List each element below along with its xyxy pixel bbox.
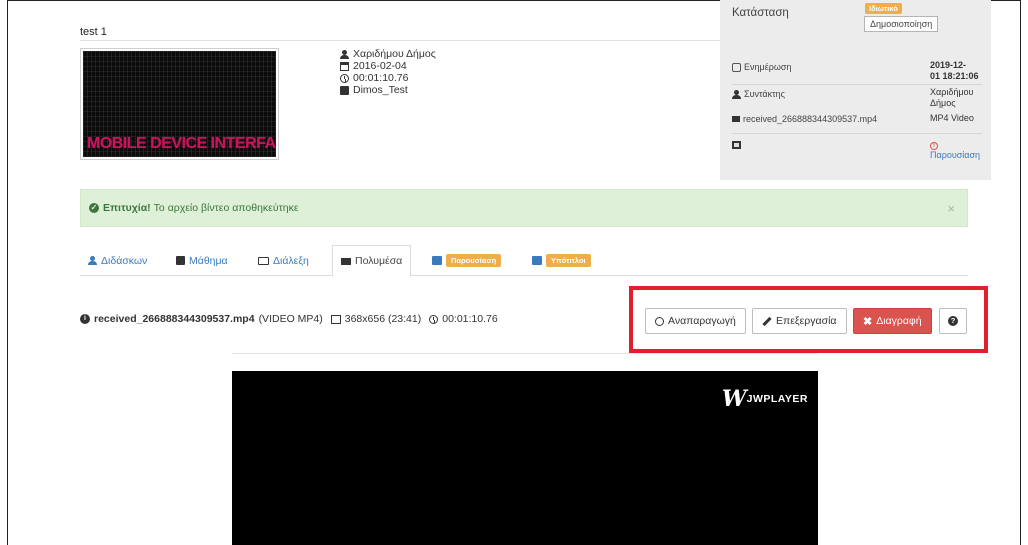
user-icon: [88, 256, 97, 265]
jwplayer-mark-icon: W: [721, 386, 747, 412]
page-title: test 1: [80, 26, 107, 38]
book-icon: [340, 85, 349, 95]
section-divider: [232, 353, 817, 354]
book-icon: [176, 256, 185, 265]
wrench-icon: [762, 316, 772, 326]
tab-subtitles[interactable]: Υπότιτλοι: [524, 245, 599, 276]
meta-author: Χαριδήμου Δήμος: [353, 48, 436, 60]
info-icon: i: [80, 314, 90, 324]
play-button[interactable]: Αναπαραγωγή: [645, 308, 746, 334]
alert-title: Επιτυχία!: [103, 202, 151, 214]
video-player[interactable]: W JWPLAYER: [232, 371, 818, 545]
video-camera-icon: [341, 257, 351, 265]
file-duration: 00:01:10.76: [442, 313, 498, 325]
check-circle-icon: ✓: [89, 203, 99, 213]
image-row: [732, 141, 741, 149]
panel-divider: [732, 133, 982, 134]
file-dimensions: 368x656 (23:41): [344, 313, 422, 325]
clock-icon: [340, 73, 349, 83]
editor-row: Συντάκτης: [732, 89, 785, 99]
file-row: received_266888344309537.mp4: [732, 114, 877, 124]
image-icon: [432, 256, 442, 265]
warning-icon: !: [930, 142, 938, 150]
calendar-icon: [340, 61, 349, 71]
tab-media[interactable]: Πολυμέσα: [332, 245, 412, 277]
file-type-value: MP4 Video: [930, 113, 974, 123]
editor-label: Συντάκτης: [744, 89, 786, 99]
video-thumbnail[interactable]: MOBILE DEVICE INTERFACES: [80, 48, 279, 160]
film-frame-icon: [330, 314, 341, 324]
subtitles-icon: [532, 256, 542, 265]
jwplayer-logo: W JWPLAYER: [722, 386, 808, 412]
clock-icon: [429, 314, 439, 324]
edit-icon: [732, 62, 741, 72]
thumbnail-logo: MOBILE DEVICE INTERFACES: [87, 135, 276, 152]
media-meta: Χαριδήμου Δήμος 2016-02-04 00:01:10.76 D…: [340, 48, 436, 96]
tab-presentation[interactable]: Παρουσίαση: [424, 245, 509, 276]
tab-lecture[interactable]: Διάλεξη: [250, 245, 317, 276]
status-label: Κατάσταση: [732, 7, 789, 19]
panel-divider: [732, 84, 982, 85]
film-icon: [732, 116, 740, 122]
help-button[interactable]: ?: [939, 308, 967, 334]
file-info: i received_266888344309537.mp4 (VIDEO MP…: [80, 313, 498, 325]
close-icon: ✖: [863, 315, 873, 328]
file-format: (VIDEO MP4): [258, 313, 323, 325]
jwplayer-text: JWPLAYER: [746, 393, 808, 405]
presentation-link[interactable]: ! Παρουσίαση: [930, 139, 988, 161]
user-icon: [732, 89, 741, 99]
edit-button[interactable]: Επεξεργασία: [752, 308, 847, 334]
file-name: received_266888344309537.mp4: [94, 313, 255, 325]
title-divider: [80, 40, 720, 41]
updated-value: 2019-12- 01 18:21:06: [930, 60, 979, 81]
close-icon[interactable]: ×: [947, 201, 955, 216]
publish-button[interactable]: Δημοσιοποίηση: [864, 16, 939, 32]
updated-label: Ενημέρωση: [744, 62, 792, 72]
alert-message: Το αρχείο βίντεο αποθηκεύτηκε: [153, 202, 299, 214]
updated-row: Ενημέρωση: [732, 62, 791, 72]
status-badge: Ιδιωτικό: [865, 3, 902, 14]
meta-date: 2016-02-04: [353, 60, 407, 72]
image-icon: [732, 141, 741, 149]
editor-value: Χαριδήμου Δήμος: [930, 87, 974, 108]
status-panel: Κατάσταση Ιδιωτικό Δημοσιοποίηση Ενημέρω…: [720, 0, 991, 180]
delete-button[interactable]: ✖ Διαγραφή: [853, 308, 932, 334]
meta-course: Dimos_Test: [353, 84, 408, 96]
play-circle-icon: [655, 316, 664, 326]
meta-duration: 00:01:10.76: [353, 72, 409, 84]
help-icon: ?: [948, 316, 958, 326]
file-label: received_266888344309537.mp4: [743, 114, 878, 124]
tab-instructor[interactable]: Διδάσκων: [80, 245, 155, 276]
user-icon: [340, 49, 349, 59]
thumbnail-image: MOBILE DEVICE INTERFACES: [83, 51, 276, 157]
tab-course[interactable]: Μάθημα: [168, 245, 236, 276]
screen-icon: [258, 256, 269, 265]
success-alert: ✓ Επιτυχία! Το αρχείο βίντεο αποθηκεύτηκ…: [80, 189, 968, 227]
media-tabs: Διδάσκων Μάθημα Διάλεξη Πολυμέσα Παρουσί…: [80, 245, 968, 277]
